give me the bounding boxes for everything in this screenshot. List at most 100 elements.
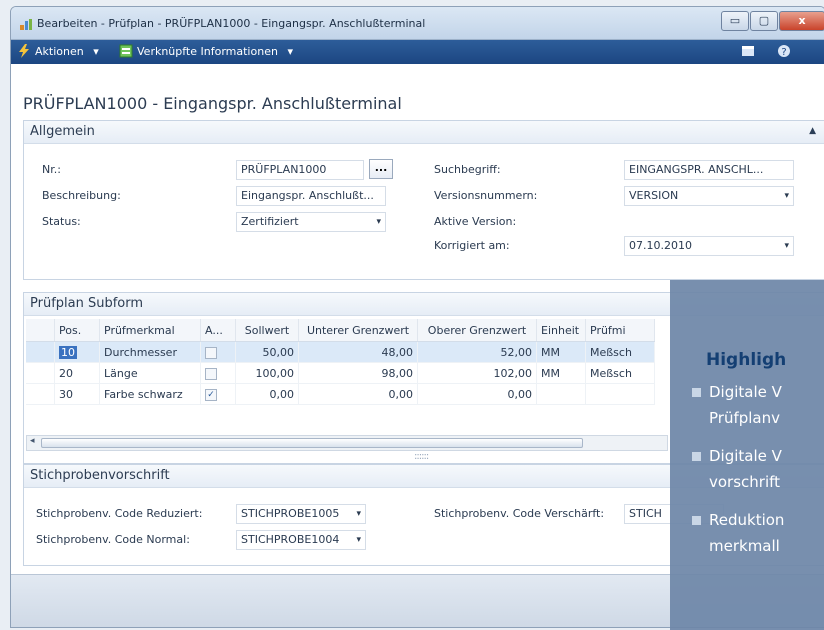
checkbox[interactable]: ✓ xyxy=(205,388,217,401)
code-reduziert-select[interactable]: STICHPROBE1005 ▾ xyxy=(236,504,366,524)
cell-pruefmerkmal[interactable]: Durchmesser xyxy=(99,341,201,363)
cell-sollwert[interactable]: 50,00 xyxy=(235,341,299,363)
cell-unterer-grenzwert[interactable]: 48,00 xyxy=(298,341,418,363)
code-normal-label: Stichprobenv. Code Normal: xyxy=(36,533,190,546)
collapse-icon[interactable]: ▲ xyxy=(809,126,816,136)
versionsnummern-value: VERSION xyxy=(629,189,679,202)
versionsnummern-label: Versionsnummern: xyxy=(434,189,538,202)
highlights-overlay: Highligh Digitale V Prüfplanv Digitale V… xyxy=(670,280,824,630)
column-header-unterer-grenzwert[interactable]: Unterer Grenzwert xyxy=(298,319,418,342)
cell-checkbox[interactable] xyxy=(200,362,236,384)
title-bar: Bearbeiten - Prüfplan - PRÜFPLAN1000 - E… xyxy=(11,7,824,40)
code-reduziert-value: STICHPROBE1005 xyxy=(241,507,340,520)
horizontal-scrollbar[interactable]: ◂ xyxy=(26,435,668,451)
nr-label: Nr.: xyxy=(42,163,61,176)
table-row[interactable]: 20 Länge 100,00 98,00 102,00 MM Meßsch xyxy=(26,362,655,384)
cell-checkbox[interactable] xyxy=(200,341,236,363)
chevron-down-icon: ▾ xyxy=(356,509,361,519)
svg-text:?: ? xyxy=(781,47,786,58)
help-icon[interactable]: ? xyxy=(777,44,791,58)
scrollbar-thumb[interactable] xyxy=(41,438,583,448)
cell-pruefmerkmal[interactable]: Farbe schwarz xyxy=(99,383,201,405)
beschreibung-label: Beschreibung: xyxy=(42,189,121,202)
checkbox[interactable] xyxy=(205,367,217,380)
code-verschaerft-label: Stichprobenv. Code Verschärft: xyxy=(434,507,605,520)
highlight-item-line1: Digitale V xyxy=(709,383,782,401)
cell-unterer-grenzwert[interactable]: 0,00 xyxy=(298,383,418,405)
code-reduziert-label: Stichprobenv. Code Reduziert: xyxy=(36,507,203,520)
column-header-einheit[interactable]: Einheit xyxy=(536,319,586,342)
cell-pruefmittel[interactable] xyxy=(585,383,655,405)
chevron-down-icon: ▾ xyxy=(784,191,789,201)
view-options-icon[interactable] xyxy=(741,44,755,58)
row-indicator xyxy=(26,362,55,384)
chevron-down-icon: ▾ xyxy=(356,535,361,545)
highlights-title: Highligh xyxy=(706,350,787,370)
window-title: Bearbeiten - Prüfplan - PRÜFPLAN1000 - E… xyxy=(37,17,426,30)
maximize-button[interactable]: ▢ xyxy=(750,11,778,31)
column-header-pruefmittel[interactable]: Prüfmi xyxy=(585,319,655,342)
beschreibung-field[interactable]: Eingangspr. Anschlußt... xyxy=(236,186,386,206)
row-indicator xyxy=(26,341,55,363)
resize-grip-icon[interactable]: :::::: xyxy=(414,451,429,462)
chevron-down-icon: ▾ xyxy=(287,45,293,58)
code-normal-select[interactable]: STICHPROBE1004 ▾ xyxy=(236,530,366,550)
highlight-item-line2: merkmall xyxy=(709,537,780,555)
code-normal-value: STICHPROBE1004 xyxy=(241,533,340,546)
status-value: Zertifiziert xyxy=(241,215,299,228)
highlight-item-line1: Digitale V xyxy=(709,447,782,465)
column-header-sollwert[interactable]: Sollwert xyxy=(235,319,299,342)
column-header-oberer-grenzwert[interactable]: Oberer Grenzwert xyxy=(417,319,537,342)
cell-pos[interactable]: 20 xyxy=(54,362,100,384)
cell-einheit[interactable]: MM xyxy=(536,362,586,384)
edit-app-icon xyxy=(20,19,32,30)
cell-pruefmittel[interactable]: Meßsch xyxy=(585,341,655,363)
lightning-icon xyxy=(19,44,29,58)
actions-menu[interactable]: Aktionen ▾ xyxy=(35,45,99,58)
checkbox[interactable] xyxy=(205,346,217,359)
cell-oberer-grenzwert[interactable]: 0,00 xyxy=(417,383,537,405)
cell-einheit[interactable] xyxy=(536,383,586,405)
linked-information-menu[interactable]: Verknüpfte Informationen ▾ xyxy=(137,45,293,58)
bullet-icon xyxy=(692,452,701,461)
cell-pos-value: 10 xyxy=(59,345,77,359)
korrigiert-am-label: Korrigiert am: xyxy=(434,239,510,252)
linked-information-label: Verknüpfte Informationen xyxy=(137,45,278,58)
actions-menu-label: Aktionen xyxy=(35,45,84,58)
column-header-pruefmerkmal[interactable]: Prüfmerkmal xyxy=(99,319,201,342)
scroll-left-icon[interactable]: ◂ xyxy=(30,436,35,446)
cell-einheit[interactable]: MM xyxy=(536,341,586,363)
minimize-button[interactable]: ▭ xyxy=(721,11,749,31)
fasttab-allgemein: Allgemein ▲ Nr.: PRÜFPLAN1000 ... Beschr… xyxy=(23,120,824,280)
cell-oberer-grenzwert[interactable]: 102,00 xyxy=(417,362,537,384)
linked-information-icon xyxy=(119,44,133,58)
table-row[interactable]: 30 Farbe schwarz ✓ 0,00 0,00 0,00 xyxy=(26,383,655,405)
cell-pos[interactable]: 30 xyxy=(54,383,100,405)
chevron-down-icon: ▾ xyxy=(93,45,99,58)
cell-pos[interactable]: 10 xyxy=(54,341,100,363)
nr-field[interactable]: PRÜFPLAN1000 xyxy=(236,160,364,180)
column-header-a[interactable]: A... xyxy=(200,319,236,342)
highlight-item: Reduktion xyxy=(692,508,784,532)
pruefplan-lines-table: Pos. Prüfmerkmal A... Sollwert Unterer G… xyxy=(26,319,655,405)
table-row[interactable]: 10 Durchmesser 50,00 48,00 52,00 MM Meßs… xyxy=(26,341,655,363)
cell-pruefmittel[interactable]: Meßsch xyxy=(585,362,655,384)
nr-assist-button[interactable]: ... xyxy=(369,159,393,179)
status-label: Status: xyxy=(42,215,81,228)
window-controls: ▭ ▢ x xyxy=(720,11,824,31)
cell-oberer-grenzwert[interactable]: 52,00 xyxy=(417,341,537,363)
cell-sollwert[interactable]: 0,00 xyxy=(235,383,299,405)
fasttab-allgemein-header[interactable]: Allgemein ▲ xyxy=(24,121,824,144)
fasttab-allgemein-title: Allgemein xyxy=(30,124,95,139)
cell-unterer-grenzwert[interactable]: 98,00 xyxy=(298,362,418,384)
cell-pruefmerkmal[interactable]: Länge xyxy=(99,362,201,384)
column-header-pos[interactable]: Pos. xyxy=(54,319,100,342)
suchbegriff-field[interactable]: EINGANGSPR. ANSCHL... xyxy=(624,160,794,180)
cell-checkbox[interactable]: ✓ xyxy=(200,383,236,405)
close-button[interactable]: x xyxy=(779,11,824,31)
cell-sollwert[interactable]: 100,00 xyxy=(235,362,299,384)
status-select[interactable]: Zertifiziert ▾ xyxy=(236,212,386,232)
korrigiert-am-select[interactable]: 07.10.2010 ▾ xyxy=(624,236,794,256)
versionsnummern-select[interactable]: VERSION ▾ xyxy=(624,186,794,206)
page-title: PRÜFPLAN1000 - Eingangspr. Anschlußtermi… xyxy=(23,94,402,113)
